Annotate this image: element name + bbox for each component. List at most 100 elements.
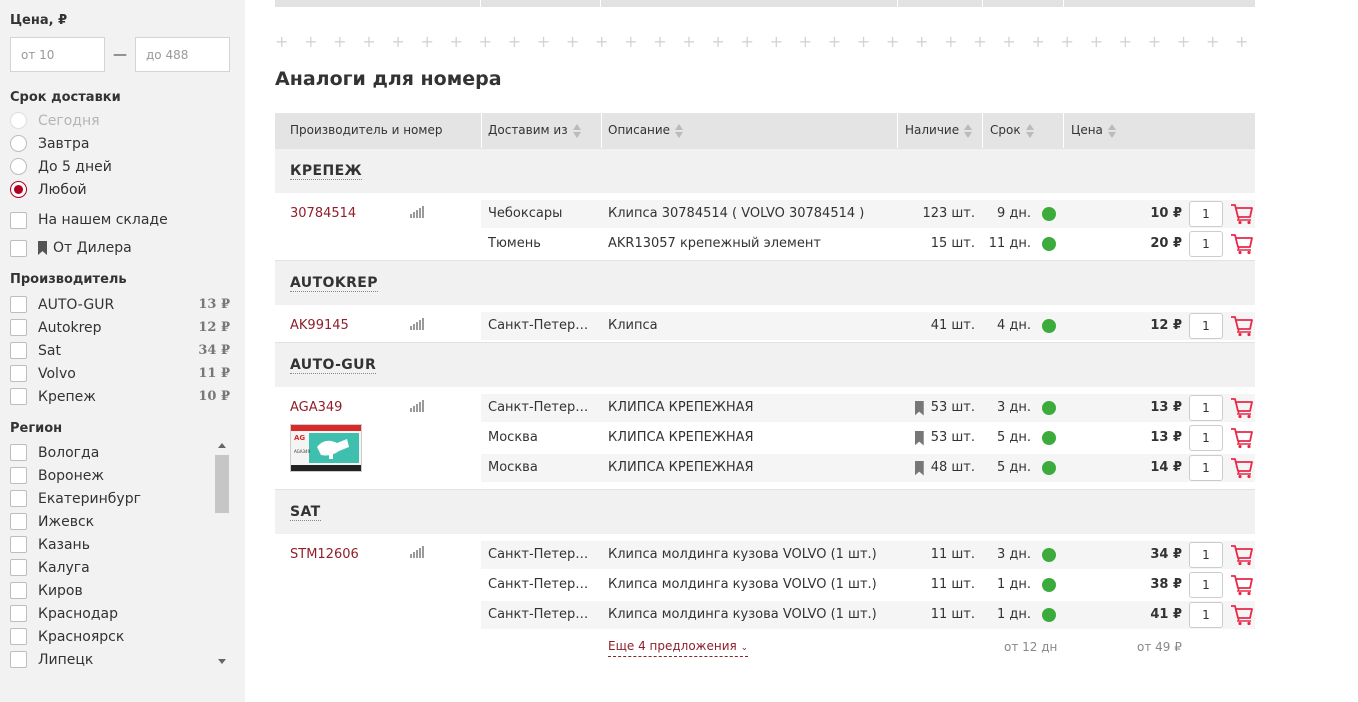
- region-option[interactable]: Калуга: [10, 556, 230, 579]
- quantity-input[interactable]: [1189, 201, 1223, 227]
- offer-term: 3 дн.: [996, 547, 1031, 562]
- cart-icon[interactable]: [1230, 427, 1254, 449]
- region-option[interactable]: Воронеж: [10, 464, 230, 487]
- cart-icon[interactable]: [1230, 544, 1254, 566]
- manufacturer-option[interactable]: Sat 34 ₽: [10, 339, 230, 362]
- part-number-link[interactable]: 30784514: [290, 206, 356, 221]
- cart-icon[interactable]: [1230, 233, 1254, 255]
- delivery-option-today: Сегодня: [10, 109, 230, 132]
- region-label: Казань: [38, 536, 90, 553]
- manufacturer-checkbox[interactable]: [10, 296, 27, 313]
- cart-icon[interactable]: [1230, 457, 1254, 479]
- product-thumbnail[interactable]: AG AGA349: [290, 424, 362, 472]
- cart-icon[interactable]: [1230, 574, 1254, 596]
- warehouse-checkbox[interactable]: [10, 211, 27, 229]
- part-number-link[interactable]: AK99145: [290, 318, 349, 333]
- offer-city: Санкт-Петербург: [488, 547, 593, 562]
- manufacturer-min-price: 10 ₽: [198, 389, 230, 404]
- region-option[interactable]: Краснодар: [10, 602, 230, 625]
- sort-icon[interactable]: [572, 123, 581, 138]
- offer-city: Тюмень: [488, 236, 541, 251]
- manufacturer-checkbox[interactable]: [10, 388, 27, 405]
- delivery-option-any[interactable]: Любой: [10, 178, 230, 201]
- column-header-delivery[interactable]: Доставим из: [488, 113, 581, 148]
- quantity-input[interactable]: [1189, 572, 1223, 598]
- manufacturer-option[interactable]: Volvo 11 ₽: [10, 362, 230, 385]
- column-header-term[interactable]: Срок: [990, 113, 1034, 148]
- manufacturer-option[interactable]: Autokrep 12 ₽: [10, 316, 230, 339]
- column-header-stock[interactable]: Наличие: [905, 113, 973, 148]
- price-to-input[interactable]: [135, 37, 230, 72]
- quantity-input[interactable]: [1189, 425, 1223, 451]
- column-header-description[interactable]: Описание: [608, 113, 684, 148]
- delivery-option-tomorrow[interactable]: Завтра: [10, 132, 230, 155]
- cart-icon[interactable]: [1230, 203, 1254, 225]
- region-scrollbar[interactable]: [215, 441, 230, 666]
- more-offers-link[interactable]: Еще 4 предложения ⌄: [608, 639, 749, 657]
- region-checkbox[interactable]: [10, 605, 27, 622]
- scroll-thumb[interactable]: [215, 455, 229, 513]
- quantity-input[interactable]: [1189, 455, 1223, 481]
- sort-icon[interactable]: [964, 123, 973, 138]
- brand-name[interactable]: AUTOKREP: [290, 275, 378, 292]
- region-option[interactable]: Казань: [10, 533, 230, 556]
- region-checkbox[interactable]: [10, 444, 27, 461]
- dealer-checkbox[interactable]: [10, 239, 27, 257]
- sort-icon[interactable]: [1107, 123, 1116, 138]
- manufacturer-checkbox[interactable]: [10, 319, 27, 336]
- quantity-input[interactable]: [1189, 231, 1223, 257]
- offer-city: Москва: [488, 460, 538, 475]
- cart-icon[interactable]: [1230, 604, 1254, 626]
- sort-icon[interactable]: [675, 123, 684, 138]
- region-checkbox[interactable]: [10, 467, 27, 484]
- region-checkbox[interactable]: [10, 513, 27, 530]
- scroll-down-arrow-icon[interactable]: [218, 659, 226, 664]
- offer-price: 14 ₽: [1150, 460, 1182, 475]
- quantity-input[interactable]: [1189, 602, 1223, 628]
- region-option[interactable]: Ижевск: [10, 510, 230, 533]
- brand-name[interactable]: КРЕПЕЖ: [290, 163, 363, 180]
- offer-term: 11 дн.: [988, 236, 1031, 251]
- radio-tomorrow[interactable]: [10, 135, 27, 152]
- region-option[interactable]: Екатеринбург: [10, 487, 230, 510]
- part-number-link[interactable]: AGA349: [290, 400, 342, 415]
- sort-icon[interactable]: [1025, 123, 1034, 138]
- region-checkbox[interactable]: [10, 582, 27, 599]
- offer-stock-value: 123 шт.: [922, 206, 975, 221]
- warehouse-option[interactable]: На нашем складе: [10, 206, 230, 234]
- column-header-price[interactable]: Цена: [1071, 113, 1116, 148]
- brand-name[interactable]: SAT: [290, 504, 321, 521]
- region-option[interactable]: Красноярск: [10, 625, 230, 648]
- region-checkbox[interactable]: [10, 536, 27, 553]
- manufacturer-checkbox[interactable]: [10, 365, 27, 382]
- warehouse-label: На нашем складе: [38, 212, 168, 228]
- radio-5-days[interactable]: [10, 158, 27, 175]
- cart-icon[interactable]: [1230, 397, 1254, 419]
- brand-name[interactable]: AUTO-GUR: [290, 357, 377, 374]
- region-option[interactable]: Киров: [10, 579, 230, 602]
- quantity-input[interactable]: [1189, 395, 1223, 421]
- radio-any[interactable]: [10, 181, 27, 198]
- chevron-down-icon: ⌄: [740, 643, 749, 653]
- delivery-option-5-days[interactable]: До 5 дней: [10, 155, 230, 178]
- manufacturer-option[interactable]: Крепеж 10 ₽: [10, 385, 230, 408]
- availability-dot-icon: [1042, 461, 1056, 475]
- offer-stock: 41 шт.: [931, 312, 975, 340]
- manufacturer-checkbox[interactable]: [10, 342, 27, 359]
- price-from-input[interactable]: [10, 37, 105, 72]
- offer-term: 5 дн.: [996, 430, 1031, 445]
- part-number-link[interactable]: STM12606: [290, 547, 359, 562]
- region-option[interactable]: Липецк: [10, 648, 230, 671]
- region-checkbox[interactable]: [10, 559, 27, 576]
- quantity-input[interactable]: [1189, 542, 1223, 568]
- dealer-option[interactable]: От Дилера: [10, 234, 230, 262]
- region-checkbox[interactable]: [10, 651, 27, 668]
- region-checkbox[interactable]: [10, 490, 27, 507]
- quantity-input[interactable]: [1189, 313, 1223, 339]
- region-list[interactable]: Вологда Воронеж Екатеринбург Ижевск Каза…: [10, 441, 230, 671]
- cart-icon[interactable]: [1230, 315, 1254, 337]
- region-checkbox[interactable]: [10, 628, 27, 645]
- manufacturer-option[interactable]: AUTO-GUR 13 ₽: [10, 293, 230, 316]
- region-option[interactable]: Вологда: [10, 441, 230, 464]
- scroll-up-arrow-icon[interactable]: [218, 443, 226, 448]
